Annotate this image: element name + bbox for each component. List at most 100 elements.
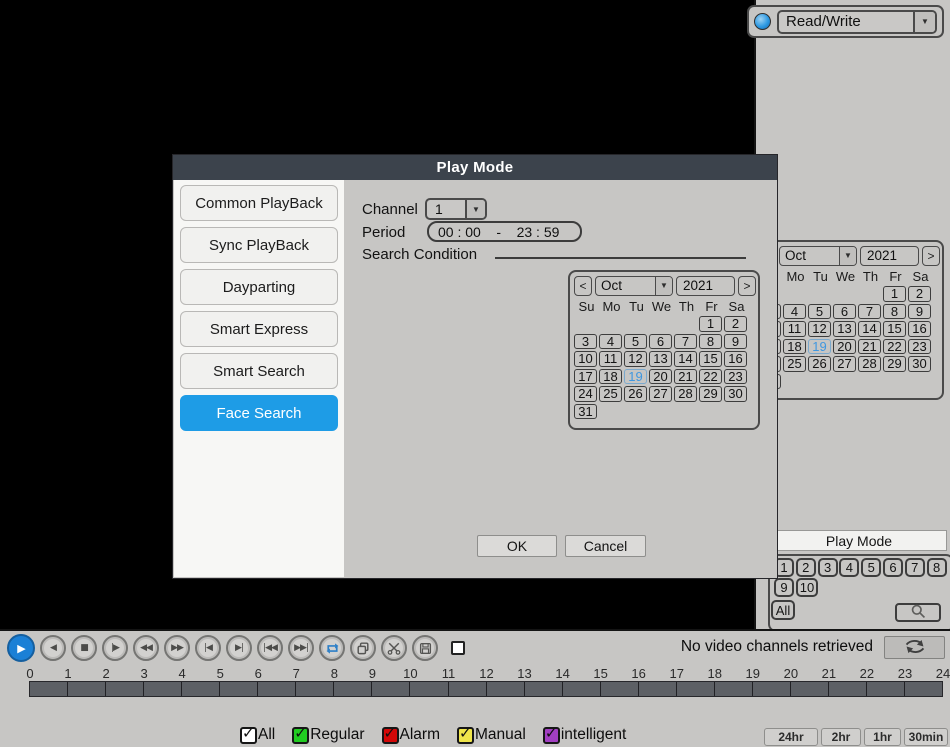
calendar-day-12[interactable]: 12 — [808, 321, 831, 337]
timeline-segment[interactable] — [220, 682, 258, 696]
timeline-segment[interactable] — [677, 682, 715, 696]
channel-button-4[interactable]: 4 — [839, 558, 859, 577]
timeline-segment[interactable] — [334, 682, 372, 696]
channel-button-9[interactable]: 9 — [774, 578, 794, 597]
timeline-segment[interactable] — [182, 682, 220, 696]
prev-file-button[interactable]: |◀◀ — [257, 635, 283, 661]
calendar-day-4[interactable]: 4 — [599, 334, 622, 350]
calendar-year-field[interactable]: 2021 — [676, 276, 735, 296]
filter-checkbox-manual[interactable]: ✓ — [457, 727, 474, 744]
timeline-segment[interactable] — [829, 682, 867, 696]
calendar-day-23[interactable]: 23 — [724, 369, 747, 385]
ok-button[interactable]: OK — [477, 535, 557, 557]
filter-checkbox-regular[interactable]: ✓ — [292, 727, 309, 744]
calendar-day-9[interactable]: 9 — [724, 334, 747, 350]
calendar-day-8[interactable]: 8 — [699, 334, 722, 350]
timeline-segment[interactable] — [753, 682, 791, 696]
calendar-day-23[interactable]: 23 — [908, 339, 931, 355]
channel-dropdown[interactable]: 1 ▼ — [425, 198, 487, 220]
calendar-day-1[interactable]: 1 — [883, 286, 906, 302]
refresh-channels-button[interactable] — [884, 636, 945, 659]
calendar-day-21[interactable]: 21 — [674, 369, 697, 385]
calendar-day-27[interactable]: 27 — [833, 356, 856, 372]
timeline-segment[interactable] — [372, 682, 410, 696]
calendar-year-field[interactable]: 2021 — [860, 246, 919, 266]
timeline-segment[interactable] — [258, 682, 296, 696]
timeline-bar[interactable] — [29, 681, 943, 697]
chevron-down-icon[interactable]: ▼ — [913, 12, 935, 32]
channel-button-5[interactable]: 5 — [861, 558, 881, 577]
cancel-button[interactable]: Cancel — [565, 535, 646, 557]
sidebar-item-dayparting[interactable]: Dayparting — [180, 269, 338, 305]
channel-button-1[interactable]: 1 — [774, 558, 794, 577]
channel-button-10[interactable]: 10 — [796, 578, 818, 597]
calendar-day-26[interactable]: 26 — [808, 356, 831, 372]
channel-button-3[interactable]: 3 — [818, 558, 838, 577]
calendar-day-26[interactable]: 26 — [624, 386, 647, 402]
calendar-day-28[interactable]: 28 — [674, 386, 697, 402]
calendar-day-3[interactable]: 3 — [574, 334, 597, 350]
timeline-segment[interactable] — [144, 682, 182, 696]
calendar-day-19[interactable]: 19 — [808, 339, 831, 355]
calendar-day-22[interactable]: 22 — [699, 369, 722, 385]
timeline-segment[interactable] — [106, 682, 144, 696]
calendar-day-10[interactable]: 10 — [574, 351, 597, 367]
calendar-day-19[interactable]: 19 — [624, 369, 647, 385]
calendar-day-2[interactable]: 2 — [908, 286, 931, 302]
calendar-day-25[interactable]: 25 — [783, 356, 806, 372]
sidebar-item-common-playback[interactable]: Common PlayBack — [180, 185, 338, 221]
loop-button[interactable] — [319, 635, 345, 661]
calendar-next-button[interactable]: > — [738, 276, 756, 296]
calendar-day-13[interactable]: 13 — [833, 321, 856, 337]
calendar-day-27[interactable]: 27 — [649, 386, 672, 402]
calendar-day-30[interactable]: 30 — [724, 386, 747, 402]
timeline-segment[interactable] — [867, 682, 905, 696]
calendar-day-6[interactable]: 6 — [649, 334, 672, 350]
timeline-segment[interactable] — [449, 682, 487, 696]
calendar-day-24[interactable]: 24 — [574, 386, 597, 402]
calendar-day-7[interactable]: 7 — [858, 304, 881, 320]
calendar-day-5[interactable]: 5 — [624, 334, 647, 350]
timeline-segment[interactable] — [791, 682, 829, 696]
calendar-day-6[interactable]: 6 — [833, 304, 856, 320]
timeline-segment[interactable] — [715, 682, 753, 696]
calendar-day-15[interactable]: 15 — [883, 321, 906, 337]
range-button-24hr[interactable]: 24hr — [764, 728, 818, 746]
range-button-30min[interactable]: 30min — [904, 728, 948, 746]
stop-button[interactable]: ■ — [71, 635, 97, 661]
timeline-segment[interactable] — [639, 682, 677, 696]
calendar-day-2[interactable]: 2 — [724, 316, 747, 332]
range-button-1hr[interactable]: 1hr — [864, 728, 901, 746]
calendar-day-29[interactable]: 29 — [699, 386, 722, 402]
fast-forward-button[interactable]: ▶▶ — [164, 635, 190, 661]
sidebar-item-smart-search[interactable]: Smart Search — [180, 353, 338, 389]
next-frame-button[interactable]: ▶| — [226, 635, 252, 661]
timeline-segment[interactable] — [525, 682, 563, 696]
sidebar-item-face-search[interactable]: Face Search — [180, 395, 338, 431]
calendar-day-28[interactable]: 28 — [858, 356, 881, 372]
timeline-segment[interactable] — [905, 682, 942, 696]
calendar-day-18[interactable]: 18 — [599, 369, 622, 385]
timeline-segment[interactable] — [30, 682, 68, 696]
range-button-2hr[interactable]: 2hr — [821, 728, 861, 746]
calendar-day-29[interactable]: 29 — [883, 356, 906, 372]
calendar-next-button[interactable]: > — [922, 246, 940, 266]
calendar-prev-button[interactable]: < — [574, 276, 592, 296]
calendar-day-1[interactable]: 1 — [699, 316, 722, 332]
calendar-month-dropdown[interactable]: Oct ▼ — [595, 276, 673, 296]
calendar-day-22[interactable]: 22 — [883, 339, 906, 355]
calendar-day-14[interactable]: 14 — [858, 321, 881, 337]
calendar-day-8[interactable]: 8 — [883, 304, 906, 320]
filter-checkbox-alarm[interactable]: ✓ — [382, 727, 399, 744]
calendar-day-16[interactable]: 16 — [908, 321, 931, 337]
reverse-play-button[interactable]: ◀ — [40, 635, 66, 661]
play-button[interactable]: ▶ — [7, 634, 35, 662]
prev-frame-button[interactable]: |◀ — [195, 635, 221, 661]
storage-mode-dropdown[interactable]: Read/Write ▼ — [777, 10, 937, 34]
filter-checkbox-all[interactable]: ✓ — [240, 727, 257, 744]
chevron-down-icon[interactable]: ▼ — [839, 247, 856, 265]
timeline-segment[interactable] — [563, 682, 601, 696]
chevron-down-icon[interactable]: ▼ — [465, 200, 485, 218]
timeline-segment[interactable] — [487, 682, 525, 696]
calendar-day-14[interactable]: 14 — [674, 351, 697, 367]
